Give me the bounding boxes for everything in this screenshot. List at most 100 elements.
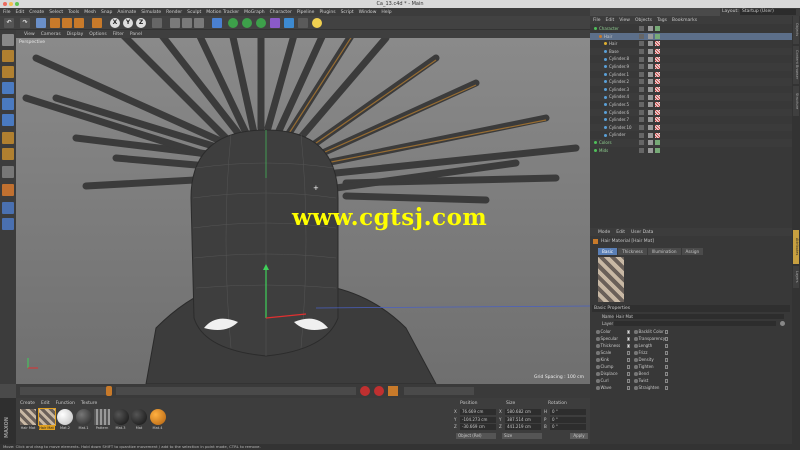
visibility-toggle-icon[interactable]	[639, 117, 644, 123]
main-menu-item-simulate[interactable]: Simulate	[141, 10, 161, 15]
floor-icon[interactable]	[284, 18, 294, 28]
material-swatch[interactable]	[94, 409, 110, 425]
attribute-menu-item-user-data[interactable]: User Data	[631, 230, 653, 235]
side-tab-objects[interactable]: Objects	[793, 16, 799, 44]
channel-checkbox-straighten[interactable]: Straighten	[634, 385, 670, 391]
light-icon[interactable]	[312, 18, 322, 28]
phong-tag-icon[interactable]	[648, 117, 653, 123]
select-tool-icon[interactable]	[36, 18, 46, 28]
position-field[interactable]: -30.669 cm	[460, 424, 496, 430]
layer-picker-icon[interactable]	[780, 321, 785, 326]
channel-checkbox-wave[interactable]: Wave	[596, 385, 632, 391]
object-row[interactable]: Colors	[590, 139, 792, 147]
material-swatch[interactable]	[131, 409, 147, 425]
channel-toggle[interactable]	[626, 330, 630, 334]
visibility-toggle-icon[interactable]	[639, 132, 644, 138]
main-menu-item-edit[interactable]: Edit	[16, 10, 25, 15]
coordinate-mode-dropdown[interactable]: Object (Rel)	[456, 433, 496, 439]
material-tag-icon[interactable]	[655, 26, 660, 32]
material-tag-icon[interactable]	[655, 33, 660, 39]
timeline-slider[interactable]	[20, 387, 106, 395]
channel-toggle[interactable]	[626, 372, 630, 376]
channel-checkbox-tighten[interactable]: Tighten	[634, 364, 670, 370]
object-menu-item-objects[interactable]: Objects	[635, 18, 652, 23]
channel-checkbox-twist[interactable]: Twist	[634, 378, 670, 384]
phong-tag-icon[interactable]	[648, 102, 653, 108]
polygons-mode-icon[interactable]	[2, 114, 14, 126]
camera-icon[interactable]	[298, 18, 308, 28]
visibility-toggle-icon[interactable]	[639, 49, 644, 55]
object-row[interactable]: Cylinder.7	[590, 116, 792, 124]
attribute-menu-item-mode[interactable]: Mode	[598, 230, 610, 235]
visibility-toggle-icon[interactable]	[639, 33, 644, 39]
phong-tag-icon[interactable]	[648, 71, 653, 77]
object-row[interactable]: Hair	[590, 32, 792, 41]
visibility-toggle-icon[interactable]	[639, 56, 644, 62]
object-row[interactable]: Cylinder.2	[590, 78, 792, 86]
model-mode-icon[interactable]	[2, 132, 14, 144]
side-tab-structure[interactable]: Structure	[793, 86, 799, 116]
material-swatch[interactable]	[57, 409, 73, 425]
cube-primitive-icon[interactable]	[212, 18, 222, 28]
viewport-menu-item-filter[interactable]: Filter	[113, 32, 124, 37]
viewport-menu-item-options[interactable]: Options	[89, 32, 106, 37]
size-field[interactable]: 441.219 cm	[505, 424, 541, 430]
channel-toggle[interactable]	[626, 351, 630, 355]
position-field[interactable]: 76.669 cm	[460, 409, 496, 415]
material-swatch[interactable]	[37, 408, 56, 426]
side-tab-layers[interactable]: Layers	[793, 266, 799, 288]
phong-tag-icon[interactable]	[648, 140, 653, 146]
main-menu-item-help[interactable]: Help	[381, 10, 391, 15]
close-window-button[interactable]	[3, 2, 7, 6]
main-menu-item-script[interactable]: Script	[341, 10, 354, 15]
apply-button[interactable]: Apply	[570, 433, 588, 439]
material-tag-icon[interactable]	[655, 117, 660, 123]
main-menu-item-render[interactable]: Render	[166, 10, 182, 15]
material-tag-icon[interactable]	[655, 79, 660, 85]
material-tag-icon[interactable]	[655, 64, 660, 70]
side-tab-attributes[interactable]: Attributes	[793, 230, 799, 264]
channel-checkbox-displace[interactable]: Displace	[596, 371, 632, 377]
attribute-menu-item-edit[interactable]: Edit	[616, 230, 625, 235]
make-editable-icon[interactable]	[2, 34, 14, 46]
channel-toggle[interactable]	[664, 379, 668, 383]
object-row[interactable]: Cylinder.3	[590, 86, 792, 94]
channel-checkbox-color[interactable]: Color	[596, 329, 632, 335]
material-menu-item-texture[interactable]: Texture	[81, 401, 97, 406]
tab-basic[interactable]: Basic	[598, 248, 618, 255]
object-row[interactable]: Hair	[590, 40, 792, 48]
minimize-window-button[interactable]	[9, 2, 13, 6]
workplane-icon[interactable]	[2, 66, 14, 78]
material-tag-icon[interactable]	[655, 140, 660, 146]
phong-tag-icon[interactable]	[648, 87, 653, 93]
object-row[interactable]: Cylinder.9	[590, 63, 792, 71]
phong-tag-icon[interactable]	[648, 41, 653, 47]
material-tag-icon[interactable]	[655, 125, 660, 131]
channel-toggle[interactable]	[664, 386, 668, 390]
channel-checkbox-kink[interactable]: Kink	[596, 357, 632, 363]
channel-toggle[interactable]	[664, 365, 668, 369]
axis-mode-icon[interactable]	[2, 148, 14, 160]
phong-tag-icon[interactable]	[648, 49, 653, 55]
main-menu-item-mesh[interactable]: Mesh	[84, 10, 96, 15]
channel-toggle[interactable]	[626, 358, 630, 362]
viewport-menu-item-display[interactable]: Display	[67, 32, 84, 37]
layout-dropdown[interactable]: Startup (User)	[740, 9, 796, 15]
size-mode-dropdown[interactable]: Size	[502, 433, 542, 439]
channel-toggle[interactable]	[626, 386, 630, 390]
render-picture-viewer-icon[interactable]	[182, 18, 192, 28]
visibility-toggle-icon[interactable]	[639, 94, 644, 100]
render-settings-icon[interactable]	[194, 18, 204, 28]
redo-button[interactable]: ↷	[20, 18, 30, 28]
object-row[interactable]: Cylinder.5	[590, 101, 792, 109]
phong-tag-icon[interactable]	[648, 64, 653, 70]
visibility-toggle-icon[interactable]	[639, 140, 644, 146]
scale-tool-icon[interactable]	[62, 18, 72, 28]
planar-workplane-icon[interactable]	[2, 202, 14, 214]
visibility-toggle-icon[interactable]	[639, 71, 644, 77]
channel-checkbox-curl[interactable]: Curl	[596, 378, 632, 384]
object-menu-item-tags[interactable]: Tags	[657, 18, 667, 23]
phong-tag-icon[interactable]	[648, 125, 653, 131]
side-tab-content-browser[interactable]: Content Browser	[793, 46, 799, 84]
visibility-toggle-icon[interactable]	[639, 125, 644, 131]
